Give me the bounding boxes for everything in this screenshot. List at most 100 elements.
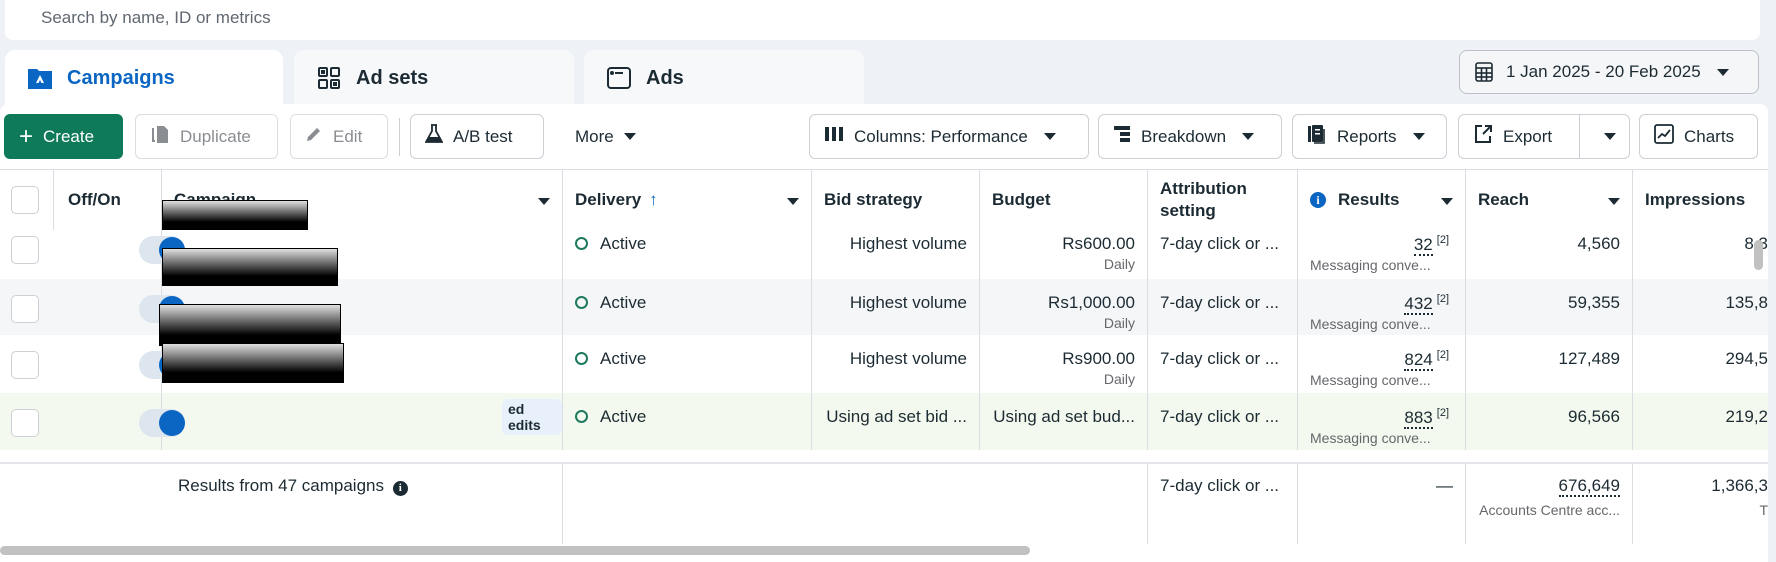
budget-cell[interactable]: Using ad set bud... [980, 393, 1148, 450]
reach-value: 4,560 [1577, 234, 1620, 253]
results-value[interactable]: 32 [1413, 234, 1433, 256]
results-value[interactable]: 824 [1404, 349, 1433, 371]
column-header-reach[interactable]: Reach [1466, 170, 1633, 230]
ab-test-button[interactable]: A/B test [410, 114, 544, 159]
attribution-cell: 7-day click or ... [1148, 279, 1298, 335]
column-header-delivery[interactable]: Delivery ↑ [563, 170, 812, 230]
column-header-results[interactable]: i Results [1298, 170, 1466, 230]
attribution-cell: 7-day click or ... [1148, 393, 1298, 450]
tab-campaigns[interactable]: Campaigns [5, 50, 283, 106]
select-all-header [0, 170, 54, 230]
reports-dropdown[interactable]: Reports [1292, 114, 1447, 159]
bid-strategy-cell: Using ad set bid ... [812, 393, 980, 450]
row-select-cell [0, 393, 54, 450]
create-button[interactable]: + Create [4, 114, 123, 159]
reports-label: Reports [1337, 126, 1397, 146]
impressions-cell: 8,3 [1633, 230, 1768, 279]
column-header-off-on[interactable]: Off/On [54, 170, 162, 230]
column-header-attribution[interactable]: Attribution setting [1148, 170, 1298, 230]
export-icon [1473, 124, 1493, 149]
redacted-campaign-name [162, 200, 308, 230]
chevron-down-icon[interactable] [1608, 198, 1620, 205]
table-row[interactable]: ed edits Active Using ad set bid ... Usi… [0, 343, 1768, 450]
select-all-checkbox[interactable] [11, 186, 39, 214]
delivery-cell: Active [563, 393, 812, 450]
budget-amount: Rs600.00 [1062, 234, 1135, 253]
attribution-setting: 7-day click or ... [1160, 349, 1280, 368]
budget-type: Daily [1103, 371, 1135, 387]
reports-icon [1307, 124, 1327, 149]
header-label: Delivery [575, 190, 642, 209]
results-type: Messaging conve... [1310, 315, 1431, 332]
vertical-scrollbar[interactable] [1754, 240, 1763, 270]
column-header-budget[interactable]: Budget [980, 170, 1148, 230]
row-checkbox[interactable] [11, 409, 39, 437]
create-label: Create [43, 126, 95, 146]
results-count-label: Results from 47 campaigns [178, 476, 384, 495]
budget-amount: Using ad set bud... [993, 407, 1135, 426]
results-footnote: [2] [1436, 407, 1449, 419]
export-split-button[interactable]: Export [1458, 114, 1630, 159]
tab-ads[interactable]: Ads [584, 50, 864, 106]
pending-edits-badge[interactable]: ed edits [502, 399, 562, 435]
chevron-down-icon[interactable] [787, 198, 799, 205]
search-bar[interactable]: Search by name, ID or metrics [5, 0, 1760, 40]
footer-spacer [0, 464, 162, 544]
column-header-impressions[interactable]: Impressions [1633, 170, 1768, 230]
footer-reach-cell: 676,649 Accounts Centre acc... [1466, 464, 1633, 544]
campaign-name-cell[interactable]: ed edits [162, 393, 563, 450]
bid-strategy: Highest volume [849, 234, 967, 253]
row-checkbox[interactable] [11, 236, 39, 264]
info-icon[interactable]: i [392, 480, 408, 496]
tab-ad-sets[interactable]: Ad sets [294, 50, 574, 106]
footer-impressions-note: T [1759, 502, 1768, 518]
results-value[interactable]: 883 [1404, 407, 1433, 429]
column-header-bid-strategy[interactable]: Bid strategy [812, 170, 980, 230]
impressions-cell: 294,5 [1633, 335, 1768, 393]
toggle-cell [54, 393, 185, 450]
footer-summary-cell: Results from 47 campaigns i [162, 464, 563, 544]
export-options-button[interactable] [1590, 115, 1629, 158]
budget-cell[interactable]: Rs1,000.00 Daily [980, 279, 1148, 335]
toggle-cell [54, 230, 185, 279]
row-select-cell [0, 230, 54, 279]
budget-cell[interactable]: Rs600.00 Daily [980, 230, 1148, 279]
charts-button[interactable]: Charts [1639, 114, 1758, 159]
export-button[interactable]: Export [1459, 115, 1580, 158]
chevron-down-icon [623, 133, 636, 140]
chevron-down-icon [1603, 133, 1616, 140]
row-select-cell [0, 335, 54, 393]
edit-button[interactable]: Edit [290, 114, 388, 159]
results-type: Messaging conve... [1310, 256, 1431, 273]
horizontal-scrollbar[interactable] [0, 546, 1030, 555]
results-value[interactable]: 432 [1404, 293, 1433, 315]
attribution-cell: 7-day click or ... [1148, 335, 1298, 393]
breakdown-dropdown[interactable]: Breakdown [1098, 114, 1282, 159]
reach-cell: 59,355 [1466, 279, 1633, 335]
row-checkbox[interactable] [11, 295, 39, 323]
budget-cell[interactable]: Rs900.00 Daily [980, 335, 1148, 393]
chart-icon [1654, 124, 1674, 149]
search-input[interactable]: Search by name, ID or metrics [41, 8, 271, 28]
more-button[interactable]: More [560, 114, 660, 159]
duplicate-button[interactable]: Duplicate [135, 114, 278, 159]
charts-label: Charts [1684, 126, 1735, 146]
export-label: Export [1503, 126, 1553, 146]
results-cell: 824 [2] Messaging conve... [1298, 335, 1466, 393]
date-range-picker[interactable]: 1 Jan 2025 - 20 Feb 2025 [1459, 50, 1759, 94]
columns-dropdown[interactable]: Columns: Performance [809, 114, 1089, 159]
attribution-setting: 7-day click or ... [1160, 293, 1280, 312]
delivery-status: Active [600, 293, 647, 312]
chevron-down-icon[interactable] [538, 198, 550, 205]
impressions-value: 219,2 [1725, 407, 1768, 426]
columns-icon [824, 126, 844, 147]
tab-label: Ads [646, 66, 684, 89]
columns-label: Columns: Performance [854, 126, 1028, 146]
row-checkbox[interactable] [11, 351, 39, 379]
info-icon[interactable]: i [1310, 192, 1326, 208]
header-label: Impressions [1645, 190, 1746, 209]
impressions-cell: 135,8 [1633, 279, 1768, 335]
chevron-down-icon[interactable] [1441, 198, 1453, 205]
campaigns-table: Off/On Campaign Delivery↑ Bid strategy B… [0, 169, 1768, 544]
footer-impressions: 1,366,3 [1711, 476, 1768, 495]
